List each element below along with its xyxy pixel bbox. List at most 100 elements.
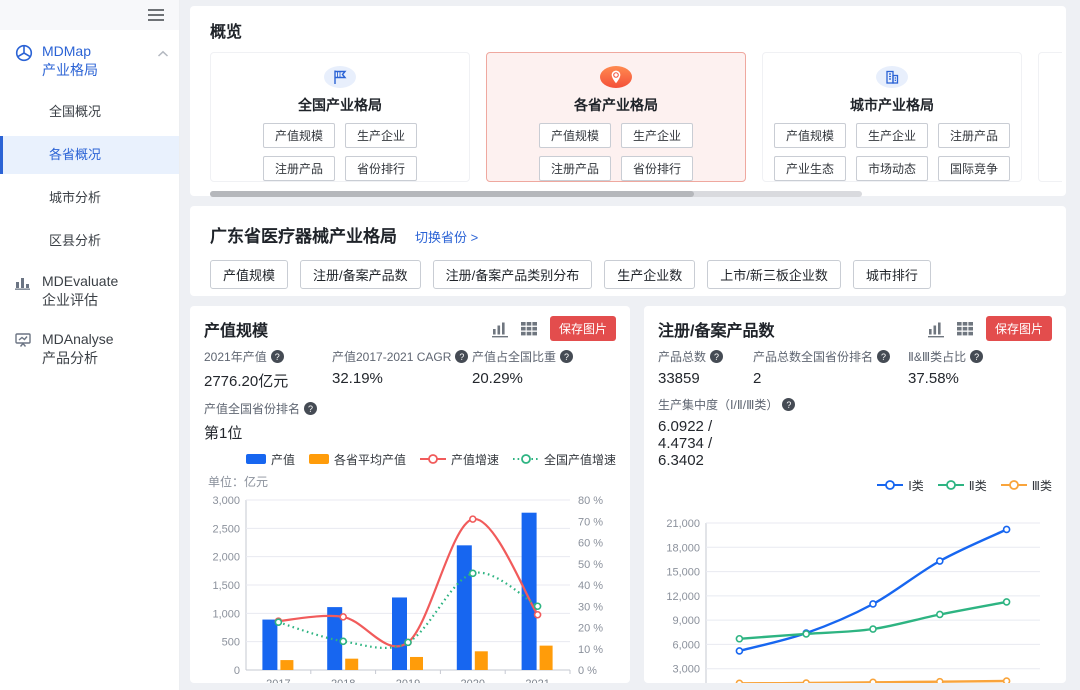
tab-output-scale[interactable]: 产值规模 bbox=[210, 260, 288, 289]
help-icon[interactable]: ? bbox=[782, 398, 795, 411]
city-international-competition-button[interactable]: 国际竞争 bbox=[938, 156, 1010, 181]
card-title: 各省产业格局 bbox=[574, 95, 658, 115]
stat-value: 37.58% bbox=[908, 370, 983, 387]
city-manufacturers-button[interactable]: 生产企业 bbox=[856, 123, 928, 148]
tab-city-ranking[interactable]: 城市排行 bbox=[853, 260, 931, 289]
legend-item[interactable]: 产值增速 bbox=[420, 451, 499, 468]
stat-label: Ⅱ&Ⅲ类占比 bbox=[908, 348, 966, 365]
table-view-icon[interactable] bbox=[956, 319, 976, 339]
svg-text:2018: 2018 bbox=[331, 678, 355, 683]
stat-total-products: 产品总数? 33859 bbox=[658, 348, 753, 387]
svg-text:20 %: 20 % bbox=[578, 623, 603, 635]
svg-text:3,000: 3,000 bbox=[212, 495, 240, 507]
city-output-scale-button[interactable]: 产值规模 bbox=[774, 123, 846, 148]
tab-listed-companies[interactable]: 上市/新三板企业数 bbox=[707, 260, 841, 289]
horizontal-scrollbar[interactable] bbox=[210, 191, 862, 197]
sidebar-group-label: MDAnalyse 产品分析 bbox=[42, 330, 169, 368]
province-manufacturers-button[interactable]: 生产企业 bbox=[621, 123, 693, 148]
svg-text:500: 500 bbox=[222, 637, 240, 649]
svg-text:2021: 2021 bbox=[525, 678, 549, 683]
hamburger-menu-icon[interactable] bbox=[147, 7, 165, 23]
help-icon[interactable]: ? bbox=[560, 350, 573, 363]
svg-text:0 %: 0 % bbox=[578, 665, 597, 677]
switch-province-link[interactable]: 切换省份 > bbox=[415, 227, 478, 246]
help-icon[interactable]: ? bbox=[710, 350, 723, 363]
province-title: 广东省医疗器械产业格局 bbox=[210, 222, 397, 247]
save-image-button[interactable]: 保存图片 bbox=[986, 316, 1052, 341]
stat-value: 第1位 bbox=[204, 422, 324, 443]
stat-concentration: 生产集中度（Ⅰ/Ⅱ/Ⅲ类）? 6.0922 / 4.4734 / 6.3402 bbox=[658, 396, 753, 469]
group-label-en: MDAnalyse bbox=[42, 331, 114, 347]
province-output-scale-button[interactable]: 产值规模 bbox=[539, 123, 611, 148]
sidebar-group-mdevaluate[interactable]: MDEvaluate 企业评估 bbox=[0, 260, 179, 318]
legend-bar-swatch bbox=[309, 453, 329, 465]
legend-label: 产值 bbox=[271, 451, 295, 468]
tab-manufacturer-count[interactable]: 生产企业数 bbox=[604, 260, 695, 289]
svg-text:10 %: 10 % bbox=[578, 644, 603, 656]
overview-card-province[interactable]: 各省产业格局 产值规模 生产企业 注册产品 省份排行 bbox=[486, 52, 746, 182]
help-icon[interactable]: ? bbox=[877, 350, 890, 363]
province-ranking-button[interactable]: 省份排行 bbox=[621, 156, 693, 181]
legend-item[interactable]: 产值 bbox=[246, 451, 295, 468]
legend-label: Ⅱ类 bbox=[969, 477, 987, 494]
stat-label: 产值占全国比重 bbox=[472, 348, 556, 365]
legend-item[interactable]: 各省平均产值 bbox=[309, 451, 406, 468]
legend-item[interactable]: Ⅲ类 bbox=[1001, 477, 1052, 494]
group-label-zh: 产品分析 bbox=[42, 350, 98, 366]
stat-value: 2776.20亿元 bbox=[204, 370, 324, 391]
svg-text:18,000: 18,000 bbox=[666, 542, 700, 554]
scrollbar-thumb[interactable] bbox=[210, 191, 694, 197]
svg-text:1,000: 1,000 bbox=[212, 608, 240, 620]
national-province-ranking-button[interactable]: 省份排行 bbox=[345, 156, 417, 181]
national-registered-products-button[interactable]: 注册产品 bbox=[263, 156, 335, 181]
province-registered-products-button[interactable]: 注册产品 bbox=[539, 156, 611, 181]
svg-text:30 %: 30 % bbox=[578, 601, 603, 613]
legend-item[interactable]: Ⅱ类 bbox=[938, 477, 987, 494]
table-view-icon[interactable] bbox=[520, 319, 540, 339]
legend-item[interactable]: 全国产值增速 bbox=[513, 451, 616, 468]
legend-line-swatch bbox=[938, 479, 964, 491]
chart-view-icon[interactable] bbox=[927, 319, 947, 339]
overview-card-city[interactable]: 城市产业格局 产值规模 生产企业 注册产品 产业生态 市场动态 国际竞争 bbox=[762, 52, 1022, 182]
stat-value: 32.19% bbox=[332, 370, 464, 387]
sidebar-item-city-analysis[interactable]: 城市分析 bbox=[0, 179, 179, 217]
building-icon bbox=[876, 66, 908, 88]
legend-label: Ⅲ类 bbox=[1032, 477, 1052, 494]
sidebar-item-province-overview[interactable]: 各省概况 bbox=[0, 136, 179, 174]
city-industry-ecology-button[interactable]: 产业生态 bbox=[774, 156, 846, 181]
help-icon[interactable]: ? bbox=[304, 402, 317, 415]
help-icon[interactable]: ? bbox=[970, 350, 983, 363]
overview-card-national[interactable]: 全国产业格局 产值规模 生产企业 注册产品 省份排行 bbox=[210, 52, 470, 182]
national-output-scale-button[interactable]: 产值规模 bbox=[263, 123, 335, 148]
save-image-button[interactable]: 保存图片 bbox=[550, 316, 616, 341]
chart-view-icon[interactable] bbox=[491, 319, 511, 339]
legend-line-swatch bbox=[1001, 479, 1027, 491]
legend-line-swatch bbox=[420, 453, 446, 465]
tab-product-category-distribution[interactable]: 注册/备案产品类别分布 bbox=[433, 260, 593, 289]
city-registered-products-button[interactable]: 注册产品 bbox=[938, 123, 1010, 148]
flag-icon bbox=[324, 66, 356, 88]
province-section: 广东省医疗器械产业格局 切换省份 > 产值规模 注册/备案产品数 注册/备案产品… bbox=[190, 206, 1066, 296]
legend-item[interactable]: Ⅰ类 bbox=[877, 477, 924, 494]
sidebar-group-mdanalyse[interactable]: MDAnalyse 产品分析 bbox=[0, 318, 179, 376]
city-market-dynamics-button[interactable]: 市场动态 bbox=[856, 156, 928, 181]
help-icon[interactable]: ? bbox=[455, 350, 468, 363]
sidebar-item-national-overview[interactable]: 全国概况 bbox=[0, 93, 179, 131]
tab-registered-products[interactable]: 注册/备案产品数 bbox=[300, 260, 421, 289]
stat-label: 产品总数 bbox=[658, 348, 706, 365]
registered-products-panel: 注册/备案产品数 保存图片 产品总数? 33859 产品总数全国省 bbox=[644, 306, 1066, 683]
main-content: 概览 全国产业格局 产值规模 生产企业 注册产品 省份排行 bbox=[180, 0, 1080, 690]
sidebar-group-mdmap[interactable]: MDMap 产业格局 bbox=[0, 30, 179, 88]
stat-cagr: 产值2017-2021 CAGR? 32.19% bbox=[332, 348, 472, 391]
svg-text:6,000: 6,000 bbox=[672, 639, 700, 651]
output-value-chart: 2017201820192020202105001,0001,5002,0002… bbox=[204, 492, 616, 683]
help-icon[interactable]: ? bbox=[271, 350, 284, 363]
legend-line-swatch bbox=[877, 479, 903, 491]
stat-label: 产品总数全国省份排名 bbox=[753, 348, 873, 365]
overview-card-partial[interactable] bbox=[1038, 52, 1062, 182]
national-manufacturers-button[interactable]: 生产企业 bbox=[345, 123, 417, 148]
svg-text:0: 0 bbox=[234, 665, 240, 677]
chevron-up-icon[interactable] bbox=[157, 45, 169, 63]
legend-line-swatch bbox=[513, 453, 539, 465]
sidebar-item-district-analysis[interactable]: 区县分析 bbox=[0, 222, 179, 260]
